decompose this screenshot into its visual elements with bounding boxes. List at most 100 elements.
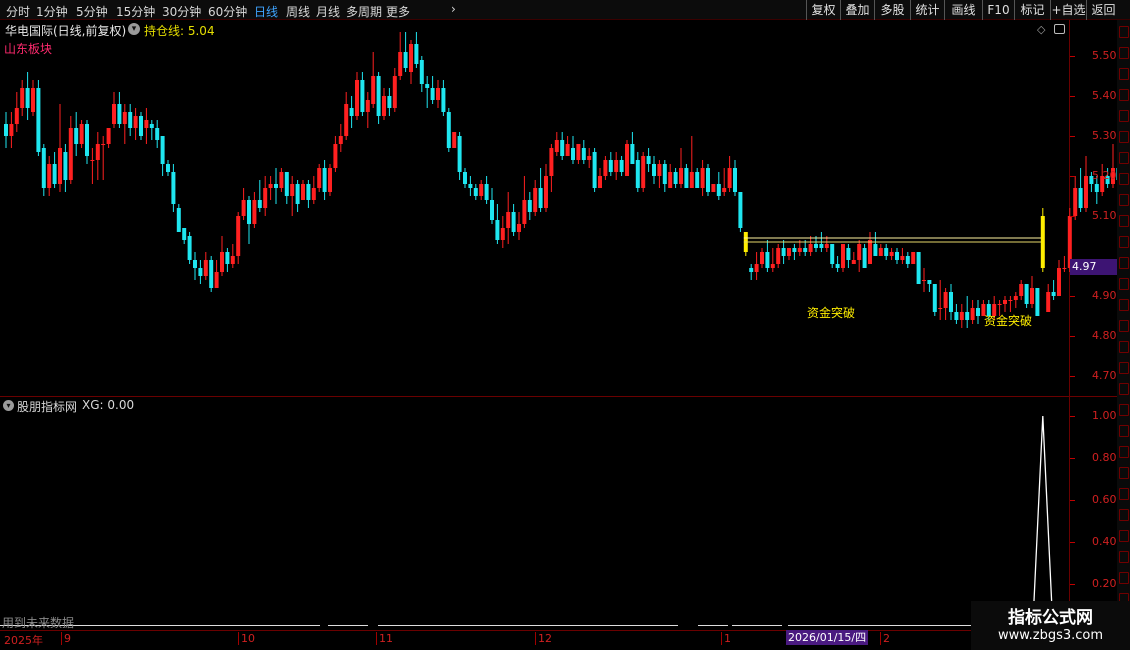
indicator-tick-label: 0.60: [1092, 493, 1117, 506]
candle: [47, 156, 52, 196]
side-strip-glyph: [1119, 194, 1129, 206]
month-label: 9: [61, 632, 71, 645]
side-strip-glyph: [1119, 383, 1129, 395]
candle: [382, 88, 386, 120]
price-tick-label: 4.90: [1092, 289, 1117, 302]
indicator-tick-mark: [1070, 416, 1075, 417]
side-strip-glyph: [1119, 404, 1129, 416]
candle: [689, 136, 694, 188]
candle: [1084, 156, 1088, 212]
tab-60min[interactable]: 60分钟: [208, 3, 247, 20]
side-strip-glyph: [1119, 299, 1129, 311]
tab-15min[interactable]: 15分钟: [116, 3, 155, 20]
candle: [722, 168, 727, 196]
overlay-button[interactable]: 叠加: [840, 0, 874, 20]
candle: [598, 168, 602, 188]
watermark-title: 指标公式网: [1008, 608, 1093, 628]
candle: [895, 248, 899, 264]
candle: [241, 188, 246, 220]
tab-monthly[interactable]: 月线: [316, 3, 340, 20]
candle: [1073, 176, 1078, 220]
multi-stock-button[interactable]: 多股: [874, 0, 910, 20]
candle: [58, 104, 62, 192]
toolbar: 分时 1分钟 5分钟 15分钟 30分钟 60分钟 日线 周线 月线 多周期 更多 › 复权 叠加 多股统…: [0, 0, 1130, 20]
indicator-tick-mark: [1070, 584, 1075, 585]
candle: [230, 244, 235, 268]
candle: [263, 176, 268, 216]
side-strip-glyph: [1119, 47, 1129, 59]
candle: [1003, 296, 1007, 312]
tab-timeshare[interactable]: 分时: [6, 3, 30, 20]
candle: [392, 68, 397, 112]
mark-button[interactable]: 标记: [1014, 0, 1050, 20]
candle: [117, 92, 122, 128]
candle: [452, 132, 457, 148]
candle: [349, 96, 354, 128]
candle: [171, 164, 176, 212]
indicator-tick-mark: [1070, 458, 1075, 459]
candle: [954, 304, 959, 324]
tab-daily[interactable]: 日线: [254, 3, 278, 20]
draw-line-button[interactable]: 画线: [944, 0, 982, 20]
candle: [522, 176, 527, 228]
tab-weekly[interactable]: 周线: [286, 3, 310, 20]
chevron-down-icon[interactable]: ▾: [3, 400, 14, 411]
candle: [376, 72, 381, 124]
indicator-title: 股朋指标网: [17, 400, 78, 414]
price-tick-mark: [1070, 296, 1075, 297]
adjust-button[interactable]: 复权: [806, 0, 840, 20]
candle: [322, 160, 327, 200]
window-toggle-icon[interactable]: [1054, 24, 1065, 34]
tab-more[interactable]: 更多: [386, 3, 410, 20]
candle: [668, 164, 673, 188]
price-tick-label: 4.80: [1092, 329, 1117, 342]
price-tick-mark: [1070, 136, 1075, 137]
candle: [79, 120, 84, 148]
add-watchlist-button[interactable]: +自选: [1050, 0, 1086, 20]
candle: [20, 80, 25, 116]
statistics-button[interactable]: 统计: [910, 0, 944, 20]
chevron-right-icon[interactable]: ›: [451, 2, 456, 16]
side-strip-glyph: [1119, 488, 1129, 500]
signal-label: 资金突破: [807, 306, 856, 320]
candle: [106, 128, 111, 148]
candle: [203, 252, 208, 280]
candle: [959, 304, 964, 328]
indicator-chart: [0, 397, 1070, 630]
side-strip-glyph: [1119, 215, 1129, 227]
side-info-strip[interactable]: [1117, 20, 1130, 630]
candle: [657, 160, 662, 188]
indicator-tick-mark: [1070, 500, 1075, 501]
candle: [306, 180, 311, 208]
candle: [31, 80, 35, 116]
candle: [576, 144, 581, 164]
tab-1min[interactable]: 1分钟: [36, 3, 68, 20]
tab-30min[interactable]: 30分钟: [162, 3, 201, 20]
candle: [792, 244, 797, 260]
month-label: 12: [535, 632, 552, 645]
tab-multi-period[interactable]: 多周期: [346, 3, 382, 20]
tab-5min[interactable]: 5分钟: [76, 3, 108, 20]
month-label: 11: [376, 632, 393, 645]
diamond-icon[interactable]: ◇: [1037, 23, 1045, 36]
side-strip-glyph: [1119, 68, 1129, 80]
candle: [430, 76, 435, 104]
candle: [652, 156, 656, 184]
candle: [74, 112, 79, 156]
f10-button[interactable]: F10: [982, 0, 1014, 20]
sector-label[interactable]: 山东板块: [4, 40, 52, 57]
candle: [603, 156, 608, 180]
candle: [414, 32, 419, 68]
price-tick-mark: [1070, 376, 1075, 377]
candle: [419, 56, 424, 92]
back-button[interactable]: 返回: [1086, 0, 1120, 20]
candle: [949, 284, 953, 320]
candle: [1057, 260, 1061, 296]
chevron-down-icon[interactable]: ▾: [128, 23, 140, 35]
candle: [635, 152, 640, 192]
time-axis: [0, 630, 1117, 650]
candle: [544, 164, 548, 212]
side-strip-glyph: [1119, 467, 1129, 479]
candle: [403, 32, 408, 72]
candle: [95, 132, 100, 180]
